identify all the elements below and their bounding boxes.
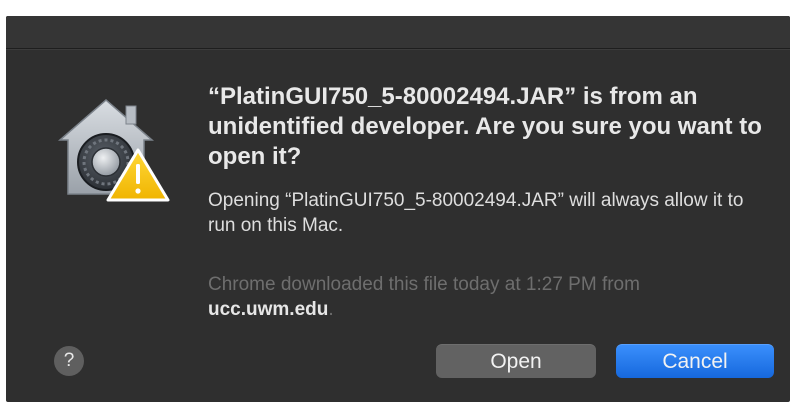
download-source-prefix: Chrome downloaded this file today at 1:2… — [208, 274, 640, 295]
alert-heading: “PlatinGUI750_5-80002494.JAR” is from an… — [208, 83, 762, 170]
gatekeeper-security-icon — [57, 99, 170, 202]
download-source-suffix: . — [328, 299, 334, 320]
alert-message: Opening “PlatinGUI750_5-80002494.JAR” wi… — [208, 190, 744, 236]
security-alert-dialog: “PlatinGUI750_5-80002494.JAR” is from an… — [6, 16, 790, 402]
download-source-note: Chrome downloaded this file today at 1:2… — [208, 272, 764, 322]
help-button[interactable]: ? — [54, 346, 84, 376]
top-context-strip — [0, 0, 796, 16]
dialog-titlebar — [6, 16, 790, 49]
question-icon: ? — [63, 350, 75, 371]
open-button[interactable]: Open — [436, 344, 596, 378]
download-source-domain: ucc.uwm.edu — [208, 299, 329, 320]
titlebar-divider — [6, 49, 790, 50]
cancel-button[interactable]: Cancel — [616, 344, 774, 378]
